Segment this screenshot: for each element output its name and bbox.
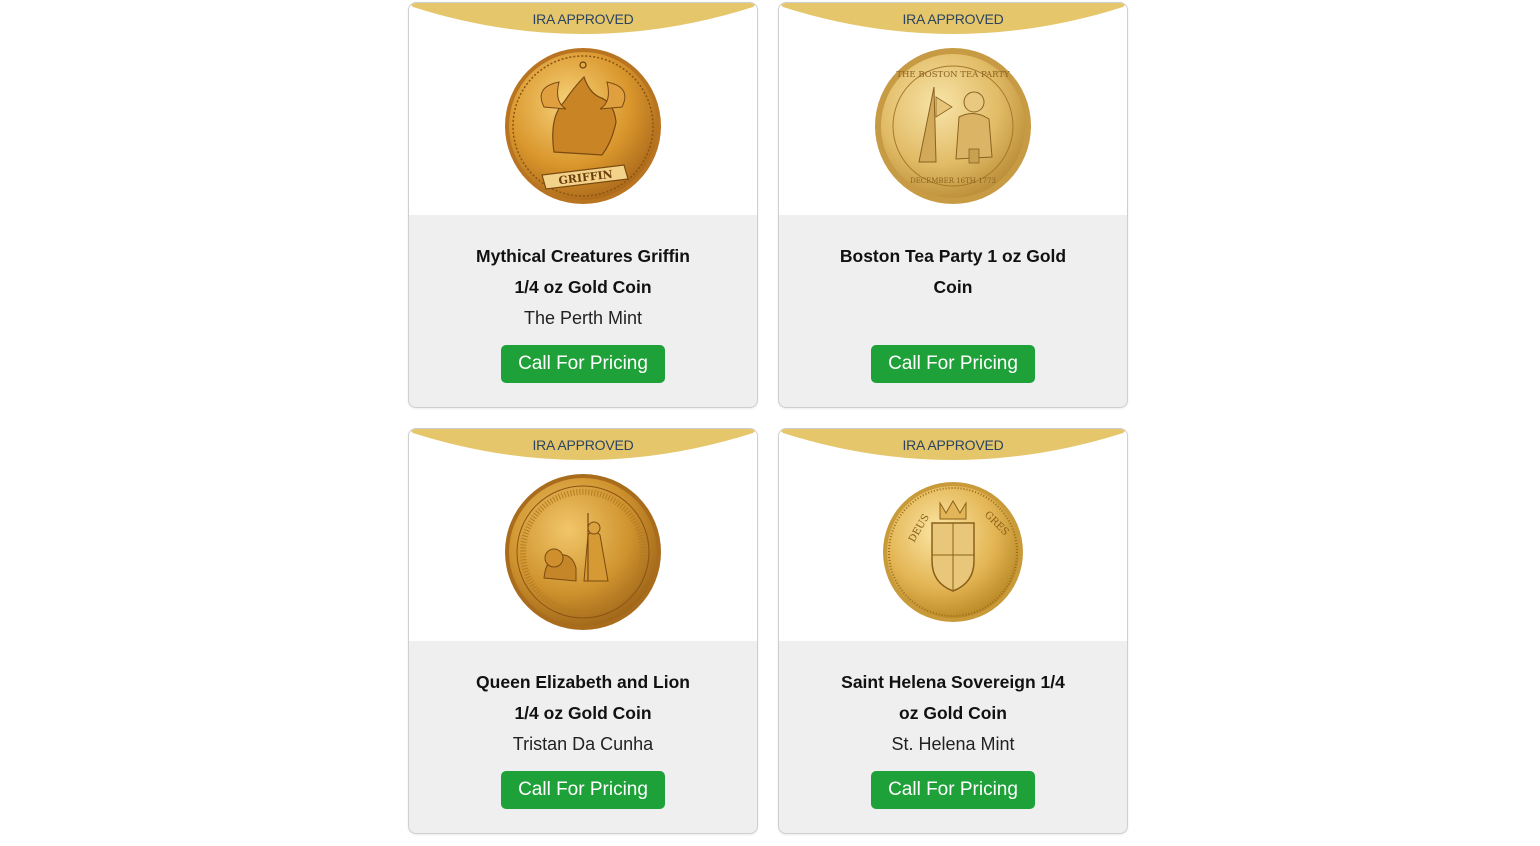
ira-approved-badge: IRA APPROVED: [779, 429, 1127, 465]
product-mint: [779, 305, 1127, 331]
svg-text:DECEMBER 16TH 1773: DECEMBER 16TH 1773: [910, 177, 996, 185]
ira-approved-badge: IRA APPROVED: [779, 3, 1127, 39]
product-card[interactable]: IRA APPROVED THE BOSTON TEA PARTY DECEMB…: [778, 2, 1128, 408]
product-card[interactable]: IRA APPROVED DEUS GRES Saint Helena Sove…: [778, 428, 1128, 834]
product-title[interactable]: Queen Elizabeth and Lion 1/4 oz Gold Coi…: [463, 667, 703, 729]
badge-label: IRA APPROVED: [902, 437, 1004, 453]
call-for-pricing-button[interactable]: Call For Pricing: [501, 771, 665, 809]
product-title[interactable]: Mythical Creatures Griffin 1/4 oz Gold C…: [463, 241, 703, 303]
call-for-pricing-button[interactable]: Call For Pricing: [871, 345, 1035, 383]
product-image-area[interactable]: IRA APPROVED: [409, 429, 757, 641]
badge-label: IRA APPROVED: [532, 437, 634, 453]
badge-label: IRA APPROVED: [902, 11, 1004, 27]
boston-tea-party-coin-image[interactable]: THE BOSTON TEA PARTY DECEMBER 16TH 1773: [874, 47, 1032, 205]
product-grid: IRA APPROVED GRIFFIN Mythical Creatures …: [408, 2, 1128, 834]
queen-elizabeth-lion-coin-image[interactable]: [504, 473, 662, 631]
product-mint: St. Helena Mint: [891, 734, 1015, 754]
product-title[interactable]: Saint Helena Sovereign 1/4 oz Gold Coin: [833, 667, 1073, 729]
svg-text:THE BOSTON TEA PARTY: THE BOSTON TEA PARTY: [896, 70, 1010, 80]
product-title[interactable]: Boston Tea Party 1 oz Gold Coin: [833, 241, 1073, 303]
product-mint: The Perth Mint: [523, 308, 643, 328]
product-mint: Tristan Da Cunha: [512, 734, 654, 754]
product-card[interactable]: IRA APPROVED Queen Elizabeth and Lion 1/…: [408, 428, 758, 834]
product-image-area[interactable]: IRA APPROVED DEUS GRES: [779, 429, 1127, 641]
product-image-area[interactable]: IRA APPROVED GRIFFIN: [409, 3, 757, 215]
product-image-area[interactable]: IRA APPROVED THE BOSTON TEA PARTY DECEMB…: [779, 3, 1127, 215]
badge-label: IRA APPROVED: [532, 11, 634, 27]
griffin-coin-image[interactable]: GRIFFIN: [504, 47, 662, 205]
call-for-pricing-button[interactable]: Call For Pricing: [501, 345, 665, 383]
ira-approved-badge: IRA APPROVED: [409, 429, 757, 465]
product-card[interactable]: IRA APPROVED GRIFFIN Mythical Creatures …: [408, 2, 758, 408]
saint-helena-sovereign-coin-image[interactable]: DEUS GRES: [874, 473, 1032, 631]
ira-approved-badge: IRA APPROVED: [409, 3, 757, 39]
call-for-pricing-button[interactable]: Call For Pricing: [871, 771, 1035, 809]
